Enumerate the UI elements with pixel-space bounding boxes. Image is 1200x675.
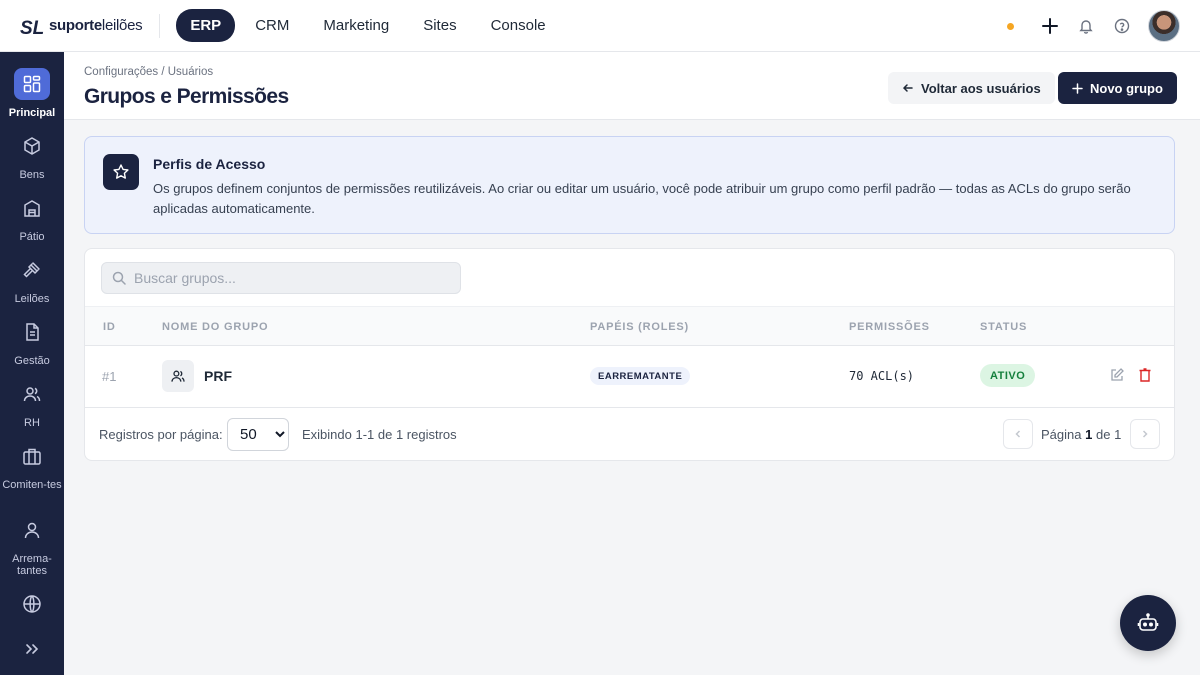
prev-page-button[interactable] — [1003, 419, 1033, 449]
robot-icon — [1137, 613, 1159, 631]
sidebar-item-label: Arrema-tantes — [12, 553, 52, 577]
logo-mark-icon: SL — [20, 18, 44, 38]
back-to-users-button[interactable]: Voltar aos usuários — [888, 72, 1055, 104]
page-indicator: Página 1 de 1 — [1041, 427, 1122, 442]
sidebar-item-label: Pátio — [19, 231, 45, 243]
chevrons-right-icon[interactable] — [22, 639, 42, 659]
groups-table-card: ID NOME DO GRUPO PAPÉIS (ROLES) PERMISSÕ… — [84, 248, 1175, 461]
row-permissions: 70 ACL(s) — [849, 369, 915, 383]
sidebar: Principal Bens Pátio Leilões Gestão RH C… — [0, 52, 64, 675]
brand-name: suporteleilões — [49, 17, 143, 34]
table-footer: Registros por página: 50 Exibindo 1-1 de… — [85, 409, 1174, 460]
globe-icon — [14, 588, 50, 620]
bell-icon[interactable] — [1076, 16, 1096, 36]
search-input[interactable] — [134, 270, 434, 286]
assistant-bot-button[interactable] — [1120, 595, 1176, 651]
access-profiles-info: Perfis de Acesso Os grupos definem conju… — [84, 136, 1175, 234]
sidebar-item-patio[interactable]: Pátio — [0, 192, 64, 243]
back-button-label: Voltar aos usuários — [921, 80, 1041, 96]
sidebar-item-label: RH — [24, 417, 40, 429]
chevron-right-icon — [1142, 430, 1148, 438]
nav-console[interactable]: Console — [477, 9, 560, 42]
top-actions — [1007, 0, 1180, 52]
search-field[interactable] — [101, 262, 461, 294]
records-count: Exibindo 1-1 de 1 registros — [302, 427, 457, 442]
sidebar-item-label: Comiten-tes — [2, 479, 62, 491]
sidebar-item-gestao[interactable]: Gestão — [0, 316, 64, 367]
table-header: ID NOME DO GRUPO PAPÉIS (ROLES) PERMISSÕ… — [85, 306, 1174, 346]
nav-sites[interactable]: Sites — [409, 9, 470, 42]
sidebar-item-bens[interactable]: Bens — [0, 130, 64, 181]
th-group-name[interactable]: NOME DO GRUPO — [162, 321, 268, 333]
nav-erp[interactable]: ERP — [176, 9, 236, 42]
edit-icon[interactable] — [1109, 367, 1125, 383]
th-status[interactable]: STATUS — [980, 321, 1027, 333]
sidebar-item-label: Bens — [19, 169, 45, 181]
delete-icon[interactable] — [1137, 367, 1153, 383]
avatar[interactable] — [1148, 10, 1180, 42]
row-id: #1 — [102, 369, 117, 384]
box-icon — [14, 130, 50, 162]
gavel-icon — [14, 254, 50, 286]
status-badge: ATIVO — [980, 364, 1036, 387]
help-icon[interactable] — [1112, 16, 1132, 36]
plus-icon — [1072, 82, 1083, 94]
table-row[interactable]: #1 PRF EARREMATANTE 70 ACL(s) ATIVO — [85, 346, 1174, 408]
th-roles[interactable]: PAPÉIS (ROLES) — [590, 321, 689, 333]
arrow-left-icon — [902, 84, 913, 92]
top-bar: SL suporteleilões ERP CRM Marketing Site… — [0, 0, 1200, 52]
chevron-left-icon — [1015, 430, 1021, 438]
info-title: Perfis de Acesso — [153, 156, 266, 172]
warehouse-icon — [14, 192, 50, 224]
sidebar-item-leiloes[interactable]: Leilões — [0, 254, 64, 305]
sidebar-item-label: Leilões — [14, 293, 50, 305]
page-header: Configurações / Usuários Grupos e Permis… — [64, 52, 1200, 120]
nav-crm[interactable]: CRM — [241, 9, 303, 42]
users-icon — [14, 378, 50, 410]
row-group-name: PRF — [204, 368, 232, 384]
users-icon — [162, 360, 194, 392]
per-page-select[interactable]: 50 — [227, 418, 289, 451]
plus-icon[interactable] — [1040, 16, 1060, 36]
document-icon — [14, 316, 50, 348]
sidebar-item-comitentes[interactable]: Comiten-tes — [0, 440, 64, 491]
dashboard-icon — [14, 68, 50, 100]
top-divider — [159, 13, 161, 38]
sidebar-item-label: Gestão — [14, 355, 50, 367]
page-title: Grupos e Permissões — [84, 85, 289, 108]
new-group-label: Novo grupo — [1090, 80, 1163, 96]
svg-text:SL: SL — [20, 18, 44, 38]
th-permissions[interactable]: PERMISSÕES — [849, 321, 930, 333]
top-nav: ERP CRM Marketing Sites Console — [176, 9, 565, 42]
role-badge: EARREMATANTE — [590, 367, 691, 385]
brand-logo[interactable]: SL suporteleilões — [20, 0, 143, 52]
next-page-button[interactable] — [1130, 419, 1160, 449]
breadcrumb[interactable]: Configurações / Usuários — [84, 66, 213, 78]
star-icon — [103, 154, 139, 190]
th-id[interactable]: ID — [103, 321, 116, 333]
sidebar-item-label: Principal — [8, 107, 56, 119]
status-dot — [1007, 22, 1014, 30]
sidebar-item-sites[interactable] — [0, 588, 64, 620]
per-page-label: Registros por página: — [99, 427, 223, 442]
info-text: Os grupos definem conjuntos de permissõe… — [153, 181, 1131, 216]
sidebar-item-arrematantes[interactable]: Arrema-tantes — [0, 514, 64, 577]
nav-marketing[interactable]: Marketing — [309, 9, 403, 42]
briefcase-icon — [14, 440, 50, 472]
search-icon — [112, 271, 126, 285]
user-icon — [14, 514, 50, 546]
sidebar-item-principal[interactable]: Principal — [0, 68, 64, 119]
new-group-button[interactable]: Novo grupo — [1058, 72, 1177, 104]
sidebar-item-rh[interactable]: RH — [0, 378, 64, 429]
